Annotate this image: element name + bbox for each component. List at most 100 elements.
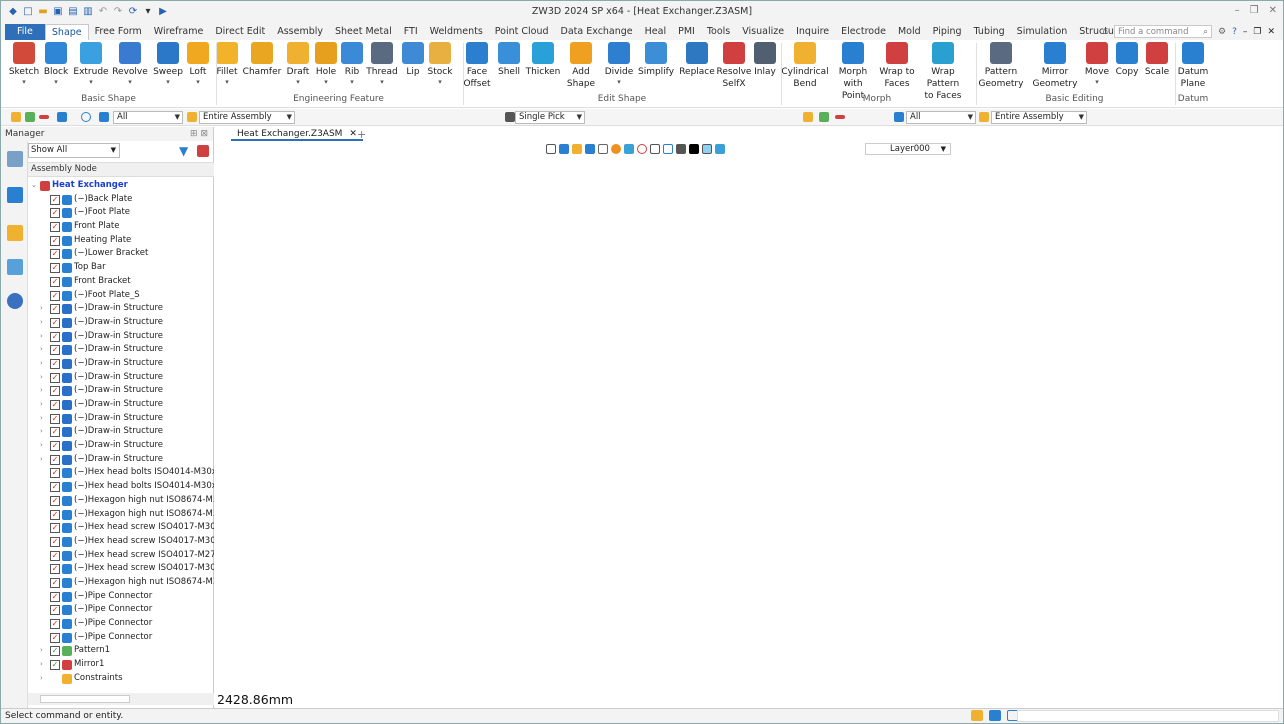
tab-electrode[interactable]: Electrode	[835, 24, 892, 40]
visibility-checkbox[interactable]: ✓	[50, 632, 60, 643]
new-file-icon[interactable]: □	[22, 6, 34, 18]
filter-type-icon[interactable]	[99, 112, 109, 122]
tree-item[interactable]: › ✓ (−)Draw-in Structure	[28, 412, 214, 426]
doc-restore-icon[interactable]: ❐	[1253, 27, 1261, 37]
visibility-checkbox[interactable]: ✓	[50, 454, 60, 465]
tree-item[interactable]: ✓ Top Bar	[28, 261, 214, 275]
visibility-checkbox[interactable]: ✓	[50, 276, 60, 287]
tree-item[interactable]: › ✓ (−)Draw-in Structure	[28, 425, 214, 439]
tab-inquire[interactable]: Inquire	[790, 24, 835, 40]
visibility-checkbox[interactable]: ✓	[50, 345, 60, 356]
view-fit-icon[interactable]	[546, 144, 556, 154]
tree-item[interactable]: ✓ (−)Lower Bracket	[28, 247, 214, 261]
visibility-checkbox[interactable]: ✓	[50, 441, 60, 452]
expand-icon[interactable]: ›	[40, 316, 43, 330]
tree-item[interactable]: ✓ (−)Hexagon high nut ISO8674-M3C	[28, 576, 214, 590]
visibility-checkbox[interactable]: ✓	[50, 372, 60, 383]
print-icon[interactable]: ▤	[67, 6, 79, 18]
visibility-checkbox[interactable]: ✓	[50, 619, 60, 629]
play-icon[interactable]: ▶	[157, 6, 169, 18]
visibility-checkbox[interactable]: ✓	[50, 509, 60, 520]
visibility-checkbox[interactable]: ✓	[50, 235, 60, 246]
shape-filter-icon[interactable]	[81, 112, 91, 122]
visibility-checkbox[interactable]: ✓	[50, 427, 60, 438]
assembly-scope-icon-2[interactable]	[979, 112, 989, 122]
tab-mold[interactable]: Mold	[892, 24, 927, 40]
tree-item[interactable]: › ✓ (−)Draw-in Structure	[28, 384, 214, 398]
visibility-checkbox[interactable]: ✓	[50, 646, 60, 657]
shading-icon[interactable]	[585, 144, 595, 154]
tree-item[interactable]: › ✓ Mirror1	[28, 658, 214, 672]
collapse-icon[interactable]: ⌄	[31, 179, 37, 193]
tree-item[interactable]: › Constraints	[28, 672, 214, 686]
visibility-checkbox[interactable]: ✓	[50, 550, 60, 561]
tree-options-icon[interactable]	[197, 145, 209, 157]
filter-type-icon-2[interactable]	[894, 112, 904, 122]
visibility-checkbox[interactable]: ✓	[50, 482, 60, 493]
tree-item[interactable]: › ✓ (−)Draw-in Structure	[28, 357, 214, 371]
tree-item[interactable]: › ✓ (−)Draw-in Structure	[28, 316, 214, 330]
visibility-checkbox[interactable]: ✓	[50, 523, 60, 534]
tab-weldments[interactable]: Weldments	[424, 24, 489, 40]
help-icon[interactable]: ?	[1232, 27, 1237, 37]
remove-filter-icon[interactable]	[39, 115, 49, 119]
pick-filter-icon-2[interactable]	[803, 112, 813, 122]
expand-icon[interactable]: ›	[40, 453, 43, 467]
tree-item[interactable]: ✓ (−)Hexagon high nut ISO8674-M3C	[28, 494, 214, 508]
visibility-checkbox[interactable]: ✓	[50, 358, 60, 369]
tree-item[interactable]: ✓ (−)Pipe Connector	[28, 631, 214, 645]
tree-item[interactable]: › ✓ (−)Draw-in Structure	[28, 302, 214, 316]
tab-file[interactable]: File	[5, 24, 45, 40]
tree-item[interactable]: ✓ (−)Hex head bolts ISO4014-M30x1	[28, 466, 214, 480]
undo-icon[interactable]: ↶	[97, 6, 109, 18]
visibility-checkbox[interactable]: ✓	[50, 222, 60, 233]
expand-icon[interactable]: ›	[40, 398, 43, 412]
tab-assembly[interactable]: Assembly	[271, 24, 329, 40]
monitor-icon[interactable]	[989, 710, 1001, 721]
assembly-scope-icon[interactable]	[187, 112, 197, 122]
tool-datum-plane[interactable]: Datum Plane	[1169, 42, 1217, 90]
visibility-checkbox[interactable]: ✓	[50, 304, 60, 315]
home-icon[interactable]: ⌂	[1102, 27, 1108, 37]
tool-cylindrical-bend[interactable]: Cylindrical Bend	[781, 42, 829, 90]
tree-item[interactable]: ✓ Front Plate	[28, 220, 214, 234]
find-command-input[interactable]: Find a command ⌕	[1114, 25, 1213, 38]
visibility-checkbox[interactable]: ✓	[50, 495, 60, 506]
tool-wrap-pattern-to-faces[interactable]: Wrap Pattern to Faces	[919, 42, 967, 102]
tree-item[interactable]: › ✓ (−)Draw-in Structure	[28, 439, 214, 453]
tree-item[interactable]: ✓ (−)Hex head screw ISO4017-M30x6	[28, 535, 214, 549]
close-icon[interactable]: ✕	[1269, 5, 1277, 16]
tree-item[interactable]: ✓ (−)Hex head screw ISO4017-M27x5	[28, 549, 214, 563]
color-wheel-icon[interactable]	[611, 144, 621, 154]
tree-item[interactable]: ✓ (−)Hex head bolts ISO4014-M30x1	[28, 480, 214, 494]
tab-direct-edit[interactable]: Direct Edit	[209, 24, 271, 40]
filter-all-dropdown[interactable]: All ▼	[113, 111, 183, 124]
cube-icon[interactable]	[598, 144, 608, 154]
tab-tools[interactable]: Tools	[701, 24, 736, 40]
expand-icon[interactable]: ›	[40, 425, 43, 439]
expand-icon[interactable]: ›	[40, 302, 43, 316]
tab-point-cloud[interactable]: Point Cloud	[489, 24, 555, 40]
tab-pmi[interactable]: PMI	[672, 24, 701, 40]
customize-dropdown-icon[interactable]: ▾	[142, 6, 154, 18]
scope-dropdown-2[interactable]: Entire Assembly ▼	[991, 111, 1087, 124]
doc-minimize-icon[interactable]: –	[1243, 27, 1248, 37]
tree-item[interactable]: › ✓ (−)Draw-in Structure	[28, 330, 214, 344]
scope-dropdown[interactable]: Entire Assembly ▼	[199, 111, 295, 124]
tool-mirror-geometry[interactable]: Mirror Geometry	[1031, 42, 1079, 90]
tab-shape[interactable]: Shape	[44, 24, 89, 40]
tree-item[interactable]: ✓ (−)Pipe Connector	[28, 603, 214, 617]
select-mode-icon[interactable]	[505, 112, 515, 122]
expand-icon[interactable]: ›	[40, 330, 43, 344]
tree-item[interactable]: ✓ (−)Hexagon high nut ISO8674-M3C	[28, 508, 214, 522]
tree-root[interactable]: ⌄ Heat Exchanger	[28, 179, 214, 193]
filter-all-dropdown-2[interactable]: All ▼	[906, 111, 976, 124]
print-preview-icon[interactable]: ▥	[82, 6, 94, 18]
doc-close-icon[interactable]: ✕	[1267, 27, 1275, 37]
document-tab[interactable]: Heat Exchanger.Z3ASM ✕	[231, 127, 363, 141]
show-filter-dropdown[interactable]: Show All ▼	[28, 143, 120, 158]
expand-icon[interactable]: ›	[40, 343, 43, 357]
tree-item[interactable]: › ✓ (−)Draw-in Structure	[28, 398, 214, 412]
visibility-checkbox[interactable]: ✓	[50, 536, 60, 547]
tree-item[interactable]: ✓ (−)Pipe Connector	[28, 617, 214, 631]
